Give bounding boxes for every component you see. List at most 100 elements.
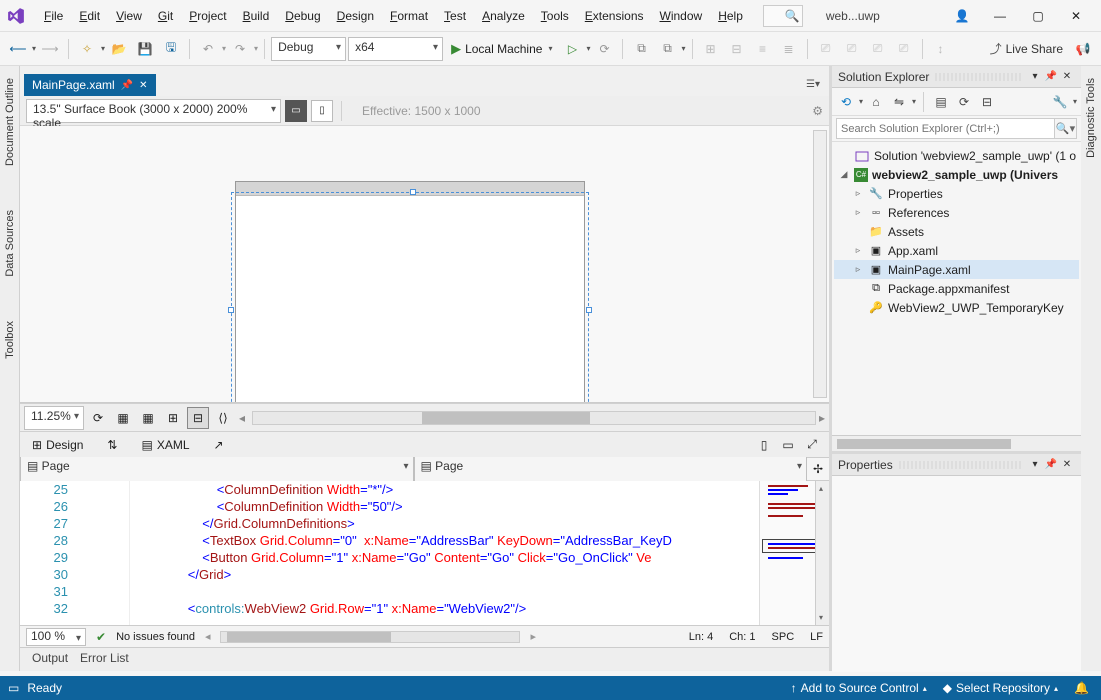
align-4[interactable]: ≣ <box>777 37 801 61</box>
code-snap[interactable]: ⟨⟩ <box>212 407 234 429</box>
back-button[interactable]: ⟵ <box>6 37 30 61</box>
select-repository-button[interactable]: ◆Select Repository▴ <box>939 679 1062 697</box>
xaml-member-combo[interactable]: ▤ Page <box>414 457 808 481</box>
expand-pane[interactable]: ⤢ <box>801 434 823 456</box>
design-tab[interactable]: ⊞Design <box>26 436 89 454</box>
props-close-icon[interactable]: ✕ <box>1059 457 1075 473</box>
orientation-landscape-button[interactable]: ▭ <box>285 100 307 122</box>
grid-1[interactable]: ▦ <box>112 407 134 429</box>
save-button[interactable]: 💾 <box>133 37 157 61</box>
save-all-button[interactable]: 🖫 <box>159 37 183 61</box>
layout-5[interactable]: ↕ <box>929 37 953 61</box>
tree-app-xaml[interactable]: ▹▣App.xaml <box>834 241 1079 260</box>
menu-format[interactable]: Format <box>382 5 436 27</box>
orientation-portrait-button[interactable]: ▯ <box>311 100 333 122</box>
snap-lines[interactable]: ⊟ <box>187 407 209 429</box>
se-sync[interactable]: ⇋ <box>889 92 909 112</box>
props-menu-icon[interactable]: ▾ <box>1027 457 1043 473</box>
file-tab-mainpage[interactable]: MainPage.xaml 📌 ✕ <box>24 74 156 96</box>
vscrollbar[interactable] <box>813 130 827 398</box>
config-combo[interactable]: Debug <box>271 37 346 61</box>
se-search-input[interactable] <box>836 118 1055 139</box>
menu-window[interactable]: Window <box>652 5 711 27</box>
redo-button[interactable]: ↷ <box>228 37 252 61</box>
se-filter[interactable]: 🔧 <box>1050 92 1070 112</box>
signin-icon[interactable]: 👤 <box>943 2 981 30</box>
panel-menu-icon[interactable]: ▾ <box>1027 69 1043 85</box>
tree-references[interactable]: ▹▫▫References <box>834 203 1079 222</box>
code-zoom-combo[interactable]: 100 % <box>26 628 86 646</box>
feedback-button[interactable]: 📢 <box>1071 37 1095 61</box>
maximize-button[interactable]: ▢ <box>1019 2 1057 30</box>
tool-1[interactable]: ⧉ <box>629 37 653 61</box>
hotreload-button[interactable]: ⟳ <box>592 37 616 61</box>
bottab-output[interactable]: Output <box>32 651 68 668</box>
minimap[interactable]: ▴ ▾ <box>759 481 829 625</box>
refresh-icon[interactable]: ⟳ <box>87 407 109 429</box>
menu-design[interactable]: Design <box>329 5 382 27</box>
xaml-tab[interactable]: ▤XAML <box>135 436 195 454</box>
props-pin-icon[interactable]: 📌 <box>1043 457 1059 473</box>
menu-view[interactable]: View <box>108 5 150 27</box>
start-debug-button[interactable]: ▶Local Machine▾ <box>445 39 558 59</box>
lefttab-document-outline[interactable]: Document Outline <box>2 70 18 174</box>
close-button[interactable]: ✕ <box>1057 2 1095 30</box>
align-2[interactable]: ⊟ <box>725 37 749 61</box>
menu-build[interactable]: Build <box>235 5 278 27</box>
platform-combo[interactable]: x64 <box>348 37 443 61</box>
lefttab-toolbox[interactable]: Toolbox <box>2 313 18 367</box>
split-v[interactable]: ▯ <box>753 434 775 456</box>
close-panel-icon[interactable]: ✕ <box>1059 69 1075 85</box>
grid-2[interactable]: ▦ <box>137 407 159 429</box>
se-refresh[interactable]: ⟳ <box>954 92 974 112</box>
indent-label[interactable]: SPC <box>772 631 795 643</box>
eol-label[interactable]: LF <box>810 631 823 643</box>
split-h[interactable]: ▭ <box>777 434 799 456</box>
tree-solution[interactable]: Solution 'webview2_sample_uwp' (1 o <box>834 146 1079 165</box>
layout-4[interactable]: ⎚ <box>892 37 916 61</box>
menu-analyze[interactable]: Analyze <box>474 5 533 27</box>
device-combo[interactable]: 13.5" Surface Book (3000 x 2000) 200% sc… <box>26 99 281 123</box>
code-editor[interactable]: 2526272829303132 <ColumnDefinition Width… <box>20 481 829 625</box>
tree-mainpage-xaml[interactable]: ▹▣MainPage.xaml <box>834 260 1079 279</box>
se-back[interactable]: ⟲ <box>836 92 856 112</box>
layout-1[interactable]: ⎚ <box>814 37 838 61</box>
menu-test[interactable]: Test <box>436 5 474 27</box>
tab-overflow-button[interactable]: ☰▾ <box>801 72 825 96</box>
layout-2[interactable]: ⎚ <box>840 37 864 61</box>
tool-2[interactable]: ⧉ <box>655 37 679 61</box>
lefttab-data-sources[interactable]: Data Sources <box>2 202 18 285</box>
settings-icon[interactable]: ⚙ <box>812 104 823 118</box>
tree-properties[interactable]: ▹🔧Properties <box>834 184 1079 203</box>
add-source-control-button[interactable]: ↑Add to Source Control▴ <box>787 679 931 697</box>
menu-git[interactable]: Git <box>150 5 181 27</box>
menu-file[interactable]: File <box>36 5 71 27</box>
code-lines[interactable]: <ColumnDefinition Width="*"/> <ColumnDef… <box>130 481 759 625</box>
start-without-debug-button[interactable]: ▷ <box>560 37 584 61</box>
align-3[interactable]: ≡ <box>751 37 775 61</box>
menu-extensions[interactable]: Extensions <box>577 5 652 27</box>
bottab-error-list[interactable]: Error List <box>80 651 129 668</box>
snap-toggle[interactable]: ⊞ <box>162 407 184 429</box>
se-hscroll[interactable] <box>832 435 1081 451</box>
close-tab-icon[interactable]: ✕ <box>139 80 147 91</box>
live-share-button[interactable]: ⤴Live Share <box>984 38 1069 59</box>
popout-button[interactable]: ↗ <box>208 436 230 454</box>
menu-help[interactable]: Help <box>710 5 751 27</box>
tree-project[interactable]: ◢C#webview2_sample_uwp (Univers <box>834 165 1079 184</box>
se-home[interactable]: ⌂ <box>866 92 886 112</box>
scroll-up-icon[interactable]: ▴ <box>819 484 823 493</box>
se-collapse[interactable]: ⊟ <box>977 92 997 112</box>
se-showall[interactable]: ▤ <box>931 92 951 112</box>
menu-debug[interactable]: Debug <box>277 5 328 27</box>
forward-button[interactable]: ⟶ <box>38 37 62 61</box>
scroll-down-icon[interactable]: ▾ <box>819 613 823 622</box>
solution-tree[interactable]: Solution 'webview2_sample_uwp' (1 o◢C#we… <box>832 142 1081 435</box>
menu-project[interactable]: Project <box>181 5 234 27</box>
menu-edit[interactable]: Edit <box>71 5 108 27</box>
notifications-icon[interactable]: 🔔 <box>1070 679 1093 697</box>
split-editor-button[interactable]: ✢ <box>807 458 829 480</box>
new-project-button[interactable]: ✧ <box>75 37 99 61</box>
align-1[interactable]: ⊞ <box>699 37 723 61</box>
minimize-button[interactable]: — <box>981 2 1019 30</box>
